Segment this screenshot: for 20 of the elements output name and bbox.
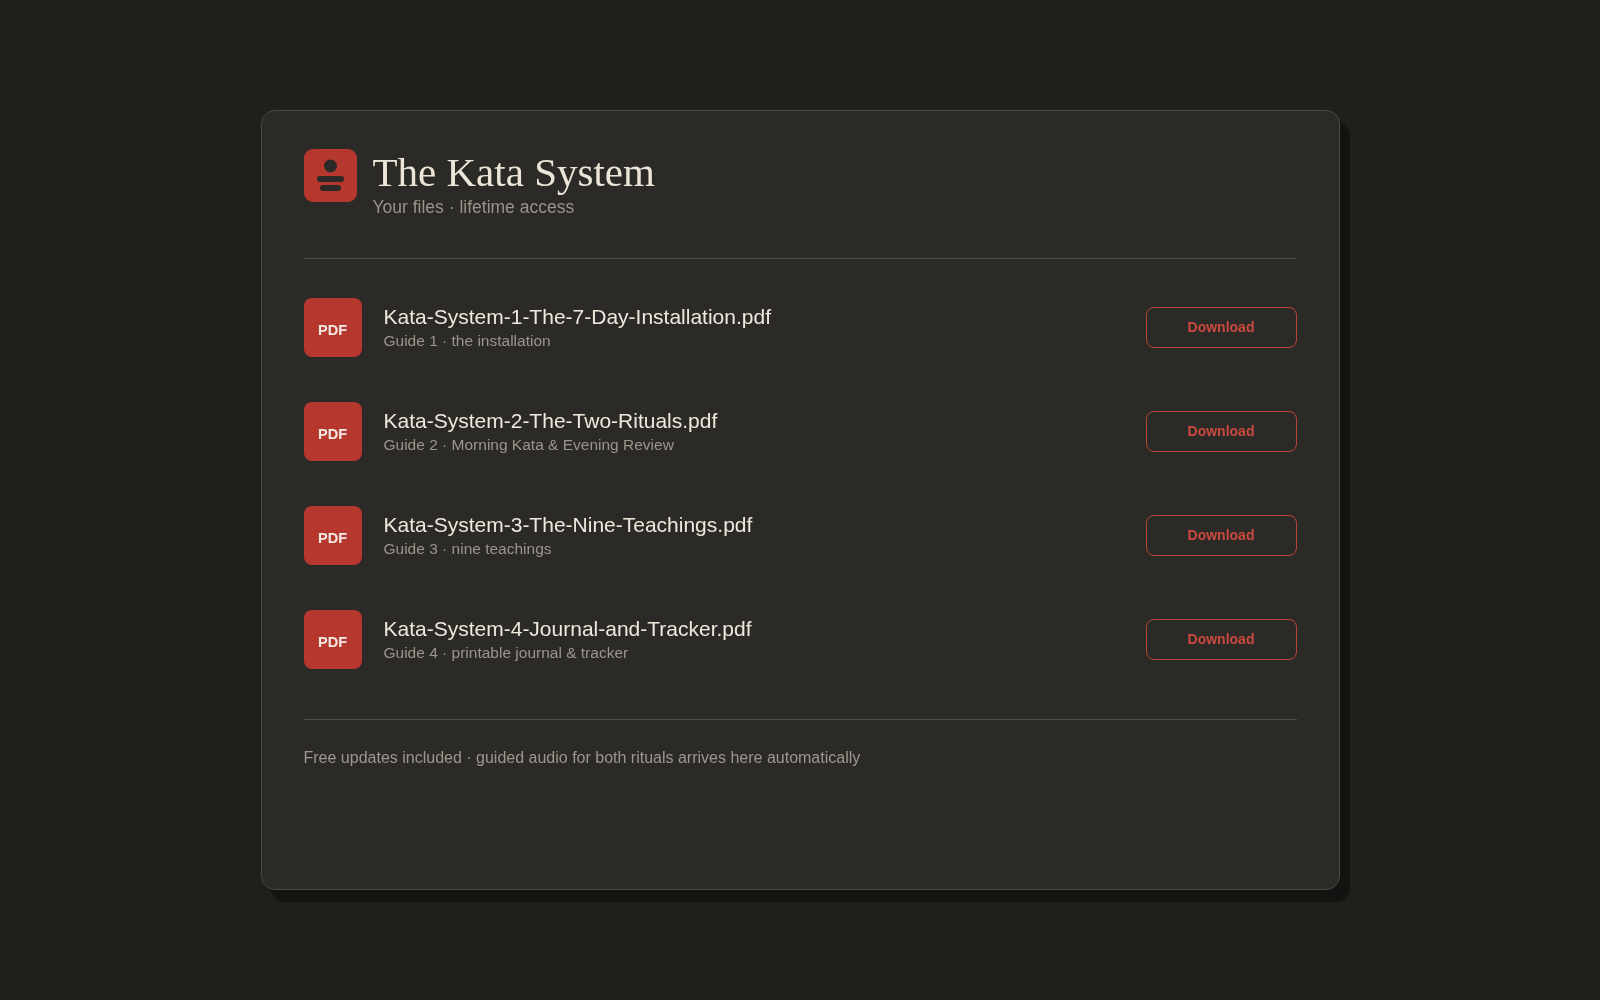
- file-name: Kata-System-4-Journal-and-Tracker.pdf: [383, 615, 753, 641]
- app-title: The Kata System: [372, 149, 655, 195]
- download-button[interactable]: Download: [1145, 306, 1297, 348]
- file-type-tile: PDF: [303, 609, 362, 669]
- download-button[interactable]: Download: [1145, 410, 1297, 452]
- file-description: Guide 2 · Morning Kata & Evening Review: [383, 434, 675, 455]
- file-name: Kata-System-2-The-Two-Rituals.pdf: [383, 407, 719, 433]
- file-description: Guide 1 · the installation: [383, 330, 552, 351]
- file-description: Guide 3 · nine teachings: [383, 538, 553, 559]
- file-type-tile: PDF: [303, 505, 362, 565]
- file-description: Guide 4 · printable journal & tracker: [383, 642, 630, 663]
- download-button[interactable]: Download: [1145, 514, 1297, 556]
- app-subtitle: Your files · lifetime access: [372, 196, 576, 218]
- person-logo-icon: [303, 149, 357, 202]
- download-button[interactable]: Download: [1145, 618, 1297, 660]
- file-name: Kata-System-3-The-Nine-Teachings.pdf: [383, 511, 754, 537]
- file-name: Kata-System-1-The-7-Day-Installation.pdf: [383, 303, 772, 329]
- footer-note: Free updates included · guided audio for both rituals arrives here automatically: [303, 748, 862, 768]
- file-type-tile: PDF: [303, 297, 362, 357]
- file-type-tile: PDF: [303, 401, 362, 461]
